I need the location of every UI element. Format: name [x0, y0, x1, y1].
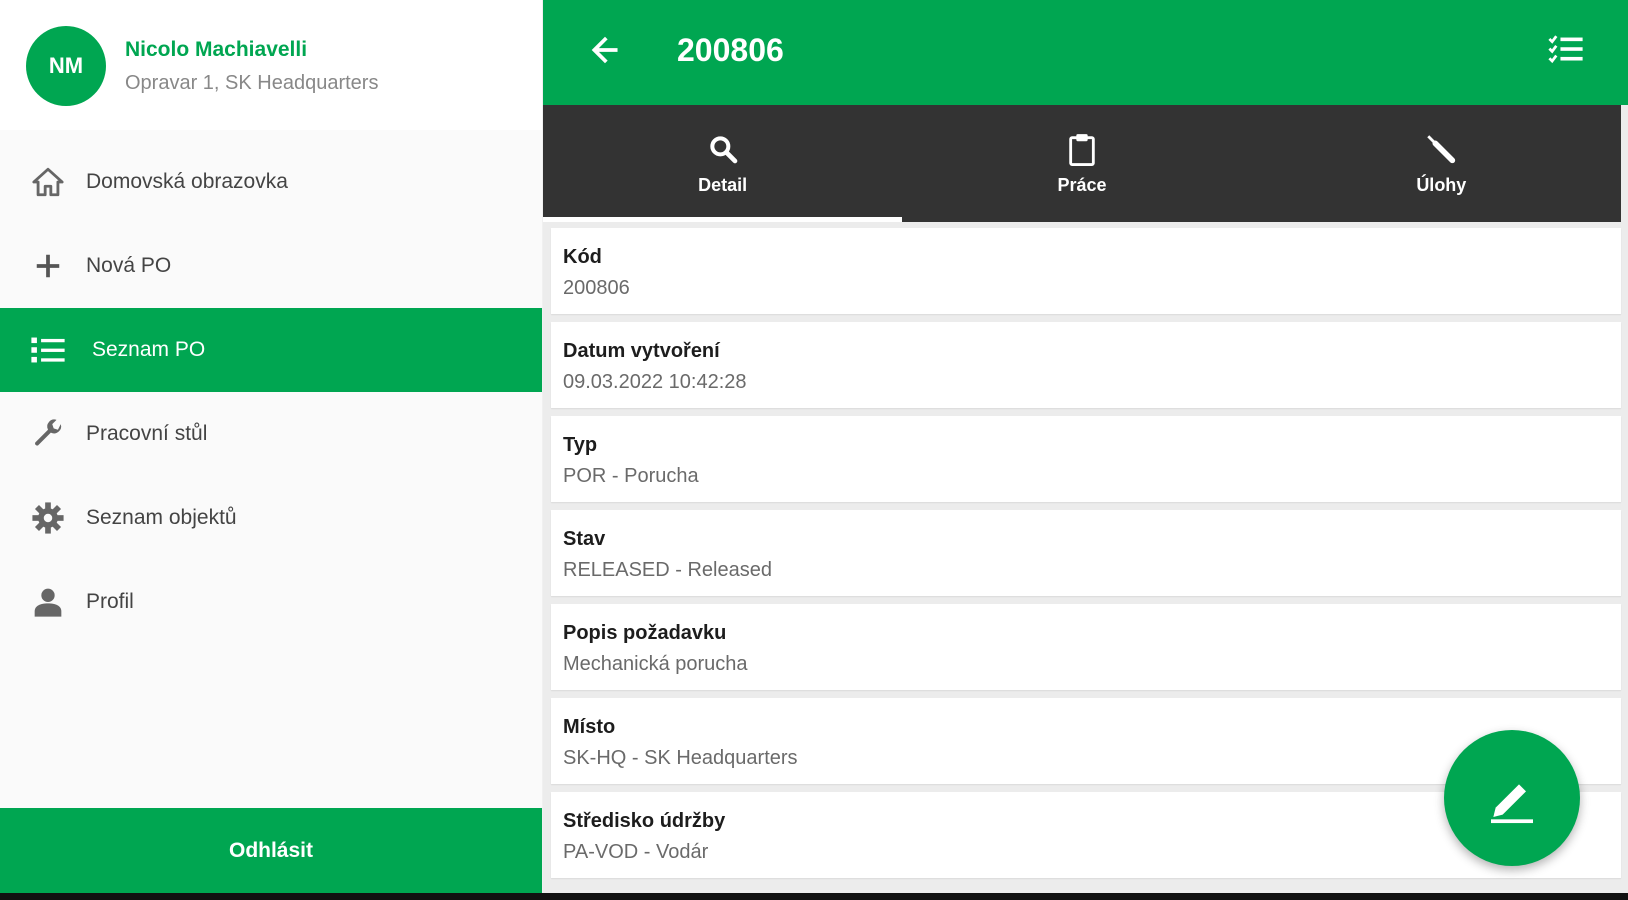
clipboard-icon — [1064, 131, 1100, 167]
screwdriver-icon — [1423, 131, 1459, 167]
edit-icon — [1484, 768, 1540, 829]
search-icon — [705, 131, 741, 167]
home-icon — [30, 164, 66, 200]
menu-item-objects[interactable]: Seznam objektů — [0, 476, 542, 560]
menu-item-label: Nová PO — [86, 254, 172, 277]
detail-card-type: Typ POR - Porucha — [551, 416, 1621, 502]
detail-card-description: Popis požadavku Mechanická porucha — [551, 604, 1621, 690]
gear-icon — [30, 500, 66, 536]
field-value: Mechanická porucha — [563, 653, 748, 675]
field-value: 200806 — [563, 277, 630, 299]
person-icon — [30, 584, 66, 620]
app-bar: 200806 — [543, 0, 1628, 105]
field-label: Popis požadavku — [563, 622, 727, 644]
tab-label: Práce — [1057, 175, 1107, 195]
detail-card-status: Stav RELEASED - Released — [551, 510, 1621, 596]
tab-detail[interactable]: Detail — [543, 105, 903, 222]
tab-tasks[interactable]: Úlohy — [1262, 105, 1621, 222]
drawer-menu: Domovská obrazovka Nová PO Seznam PO Pra… — [0, 140, 542, 644]
user-subtitle: Opravar 1, SK Headquarters — [125, 72, 379, 94]
tab-label: Úlohy — [1416, 175, 1467, 195]
checklist-icon — [1548, 34, 1584, 71]
back-button[interactable] — [583, 30, 627, 74]
menu-item-workbench[interactable]: Pracovní stůl — [0, 392, 542, 476]
tab-work[interactable]: Práce — [902, 105, 1261, 222]
app-screen: NM Nicolo Machiavelli Opravar 1, SK Head… — [0, 0, 1628, 893]
menu-item-label: Profil — [86, 590, 134, 613]
list-icon — [30, 332, 66, 368]
detail-card-created: Datum vytvoření 09.03.2022 10:42:28 — [551, 322, 1621, 408]
checklist-button[interactable] — [1544, 30, 1588, 74]
tab-bar: Detail Práce Úlohy — [543, 105, 1621, 222]
menu-item-label: Seznam objektů — [86, 506, 237, 529]
menu-item-label: Seznam PO — [92, 338, 206, 361]
tab-label: Detail — [698, 175, 748, 195]
field-label: Místo — [563, 716, 616, 738]
logout-button[interactable]: Odhlásit — [0, 808, 542, 893]
menu-item-po-list[interactable]: Seznam PO — [0, 308, 542, 392]
drawer-header: NM Nicolo Machiavelli Opravar 1, SK Head… — [0, 0, 542, 130]
menu-item-label: Domovská obrazovka — [86, 170, 288, 193]
wrench-icon — [30, 416, 66, 452]
field-label: Datum vytvoření — [563, 340, 720, 362]
menu-item-profile[interactable]: Profil — [0, 560, 542, 644]
plus-icon — [30, 248, 66, 284]
edit-fab-button[interactable] — [1444, 730, 1580, 866]
field-label: Stav — [563, 528, 606, 550]
field-value: POR - Porucha — [563, 465, 699, 487]
avatar: NM — [26, 26, 106, 106]
arrow-left-icon — [589, 34, 621, 71]
field-value: 09.03.2022 10:42:28 — [563, 371, 747, 393]
field-label: Typ — [563, 434, 598, 456]
menu-item-new-po[interactable]: Nová PO — [0, 224, 542, 308]
menu-item-label: Pracovní stůl — [86, 422, 208, 445]
field-label: Kód — [563, 246, 602, 268]
user-name: Nicolo Machiavelli — [125, 38, 308, 61]
detail-card-code: Kód 200806 — [551, 228, 1621, 314]
field-value: RELEASED - Released — [563, 559, 772, 581]
page-title: 200806 — [677, 32, 784, 68]
navigation-drawer: NM Nicolo Machiavelli Opravar 1, SK Head… — [0, 0, 542, 893]
menu-item-home[interactable]: Domovská obrazovka — [0, 140, 542, 224]
